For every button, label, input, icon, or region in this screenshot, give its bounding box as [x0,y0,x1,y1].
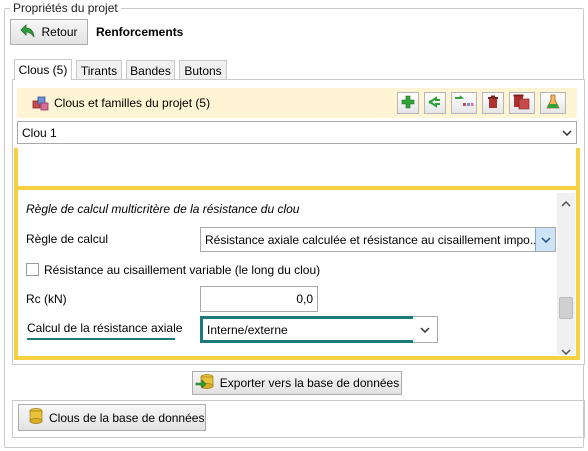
tab-clous[interactable]: Clous (5) [14,59,72,80]
chevron-up-icon[interactable] [561,196,571,210]
variable-shear-label: Résistance au cisaillement variable (le … [44,263,321,277]
calc-rule-value: Résistance axiale calculée et résistance… [205,232,540,247]
scrollbar-thumb[interactable] [559,297,573,319]
nail-select[interactable]: Clou 1 [17,121,577,144]
tab-tirants[interactable]: Tirants [76,60,122,80]
highlight-strip [576,148,580,190]
branch-icon [428,95,442,112]
chevron-down-icon[interactable] [413,316,438,343]
delete-button[interactable] [482,92,504,114]
export-to-database-button[interactable]: Exporter vers la base de données [192,371,402,395]
database-nails-button[interactable]: Clous de la base de données [18,404,206,431]
database-button-label: Clous de la base de données [49,410,205,425]
rc-label: Rc (kN) [26,292,67,306]
axial-calc-value: Interne/externe [207,322,288,337]
export-button-label: Exporter vers la base de données [219,376,400,390]
section-title: Renforcements [96,25,184,39]
rules-section-title: Règle de calcul multicritère de la résis… [26,202,300,216]
test-icon [545,94,561,113]
chevron-down-icon[interactable] [561,344,571,358]
nail-select-value: Clou 1 [22,125,57,140]
delete-icon [486,95,500,112]
variable-shear-checkbox[interactable] [26,263,39,276]
test-button[interactable] [540,92,566,114]
back-arrow-icon [20,23,36,41]
tab-label: Clous (5) [18,63,68,77]
import-button[interactable] [451,92,477,114]
nails-icon [32,95,49,114]
rules-scrollbar[interactable] [557,193,575,358]
chevron-down-icon [535,228,555,251]
chevron-down-icon [558,122,576,143]
database-icon [29,408,43,427]
axial-calc-underline [27,338,175,340]
nails-list-title: Clous et familles du projet (5) [54,96,211,110]
rc-input[interactable]: 0,0 [200,286,318,312]
calc-rule-select[interactable]: Résistance axiale calculée et résistance… [200,227,556,252]
database-export-icon [195,373,215,393]
axial-calc-select[interactable]: Interne/externe [200,316,438,343]
group-title: Propriétés du projet [10,1,121,15]
duplicate-button[interactable] [424,92,446,114]
back-button-label: Retour [41,25,78,39]
highlight-strip [14,148,18,190]
tab-butons[interactable]: Butons [179,60,227,80]
add-button[interactable] [397,92,419,114]
tab-label: Bandes [130,63,171,78]
import-icon [454,94,474,112]
add-icon [401,95,415,112]
back-button[interactable]: Retour [10,19,88,45]
delete-family-icon [513,94,531,113]
axial-calc-label: Calcul de la résistance axiale [27,321,183,335]
tab-label: Tirants [80,63,118,78]
nails-list-header: Clous et familles du projet (5) [17,88,577,118]
calc-rule-label: Règle de calcul [26,232,109,246]
tab-bandes[interactable]: Bandes [126,60,175,80]
tab-label: Butons [184,63,222,78]
delete-family-button[interactable] [509,92,535,114]
